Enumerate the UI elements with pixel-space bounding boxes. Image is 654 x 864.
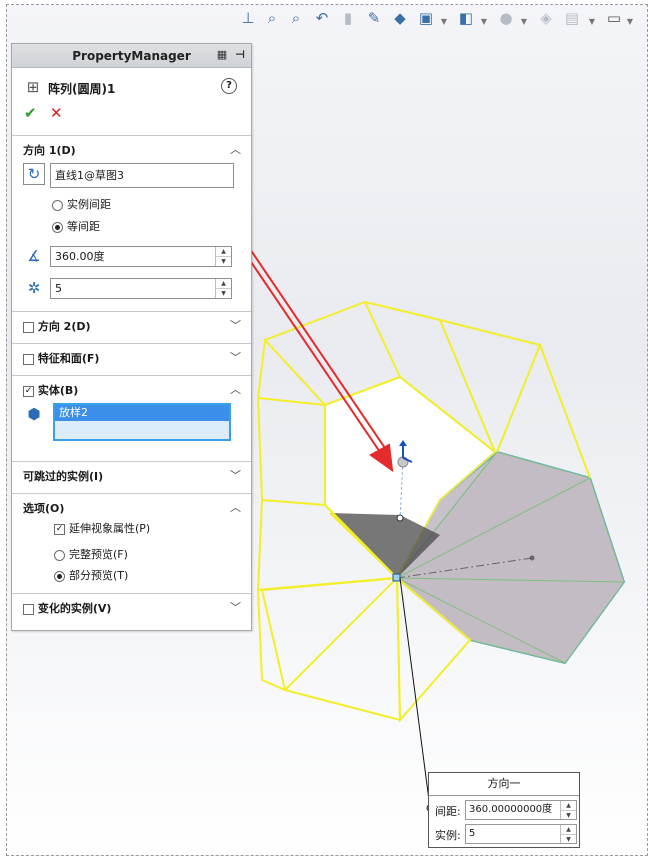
- instance-count-input[interactable]: 5 ▲ ▼: [50, 278, 232, 299]
- chevron-up-icon[interactable]: ︿: [230, 141, 241, 157]
- callout-spacing-input[interactable]: 360.00000000度 ▲ ▼: [465, 800, 577, 820]
- angle-icon: ∡: [27, 247, 41, 265]
- callout-spacing-label: 间距:: [435, 805, 461, 818]
- pin-icon[interactable]: ⊣: [233, 48, 247, 62]
- callout-spacing-spinner[interactable]: ▲ ▼: [560, 801, 576, 819]
- bodies-list[interactable]: 放样2: [53, 403, 231, 441]
- bodies-list-item[interactable]: 放样2: [55, 405, 229, 421]
- callout-title: 方向一: [429, 773, 579, 796]
- ok-button[interactable]: ✔: [24, 104, 37, 122]
- options-section-header[interactable]: 选项(O) ︿: [12, 493, 251, 519]
- heads-up-toolbar: ⊥ ⌕ ⌕ ↶ ▮ ✎ ◆ ▣ ▼ ◧ ▼ ● ▼ ◈ ▤ ▼ ▭ ▼: [230, 4, 650, 32]
- direction2-section-header[interactable]: 方向 2(D) ﹀: [12, 311, 251, 337]
- hide-show-icon[interactable]: ◧: [456, 8, 476, 28]
- direction-callout: 方向一 间距: 360.00000000度 ▲ ▼ 实例: 5 ▲ ▼: [428, 772, 580, 848]
- chevron-down-icon[interactable]: ▼: [440, 12, 448, 32]
- section-view-icon[interactable]: ▮: [338, 8, 358, 28]
- partial-preview-radio[interactable]: [54, 570, 65, 582]
- callout-count-spinner[interactable]: ▲ ▼: [560, 825, 576, 843]
- feature-name: 阵列(圆周)1: [48, 82, 116, 96]
- pm-header: PropertyManager ▦ ⊣: [12, 44, 251, 68]
- full-preview-option[interactable]: 完整预览(F): [54, 546, 128, 562]
- angle-spinner[interactable]: ▲ ▼: [215, 247, 231, 266]
- zoom-area-icon[interactable]: ⌕: [286, 8, 306, 28]
- angle-input[interactable]: 360.00度 ▲ ▼: [50, 246, 232, 267]
- chevron-up-icon[interactable]: ︿: [230, 381, 241, 397]
- equal-spacing-radio[interactable]: [52, 221, 63, 233]
- property-manager: PropertyManager ▦ ⊣ ⊞ 阵列(圆周)1 ? ✔ ✕ 方向 1…: [11, 43, 252, 631]
- instances-icon: ✲: [27, 279, 41, 297]
- circular-pattern-icon: ⊞: [26, 78, 40, 96]
- partial-preview-option[interactable]: 部分预览(T): [54, 567, 128, 583]
- help-button[interactable]: ?: [221, 78, 237, 94]
- monitor-icon[interactable]: ▭: [604, 8, 624, 28]
- full-preview-radio[interactable]: [54, 549, 65, 561]
- propagate-visual-checkbox[interactable]: ✓: [54, 523, 65, 535]
- skip-instances-section-header[interactable]: 可跳过的实例(I) ﹀: [12, 461, 251, 487]
- callout-count-input[interactable]: 5 ▲ ▼: [465, 824, 577, 844]
- edit-appearance-icon[interactable]: ●: [496, 8, 516, 28]
- axis-field[interactable]: 直线1@草图3: [50, 163, 234, 188]
- chevron-down-icon[interactable]: ﹀: [230, 599, 241, 615]
- apply-scene-icon[interactable]: ◈: [536, 8, 556, 28]
- reverse-direction-icon[interactable]: ↻: [23, 163, 45, 185]
- equal-spacing-option[interactable]: 等间距: [52, 218, 100, 234]
- flyout-tree-icon[interactable]: ▦: [215, 48, 229, 62]
- pm-title: PropertyManager: [72, 48, 191, 63]
- instance-spacing-radio[interactable]: [52, 199, 63, 211]
- cancel-button[interactable]: ✕: [50, 104, 63, 122]
- chevron-down-icon[interactable]: ﹀: [230, 349, 241, 365]
- vary-instances-checkbox[interactable]: [23, 603, 34, 615]
- count-spinner[interactable]: ▲ ▼: [215, 279, 231, 298]
- chevron-down-icon[interactable]: ▼: [520, 12, 528, 32]
- chevron-down-icon[interactable]: ▼: [626, 12, 634, 32]
- chevron-down-icon[interactable]: ﹀: [230, 467, 241, 483]
- instance-spacing-option[interactable]: 实例间距: [52, 196, 111, 212]
- bodies-section-header[interactable]: ✓ 实体(B) ︿: [12, 375, 251, 401]
- vary-instances-section-header[interactable]: 变化的实例(V) ﹀: [12, 593, 251, 619]
- view-settings-icon[interactable]: ▤: [562, 8, 582, 28]
- previous-view-icon[interactable]: ↶: [312, 8, 332, 28]
- direction2-checkbox[interactable]: [23, 321, 34, 333]
- chevron-down-icon[interactable]: ▼: [480, 12, 488, 32]
- features-faces-checkbox[interactable]: [23, 353, 34, 365]
- view-orientation-icon[interactable]: ⊥: [238, 8, 258, 28]
- propagate-visual-option[interactable]: ✓ 延伸视象属性(P): [54, 520, 150, 536]
- view-cube-icon[interactable]: ◆: [390, 8, 410, 28]
- bodies-icon: ⬢: [27, 405, 41, 423]
- chevron-up-icon[interactable]: ︿: [230, 499, 241, 515]
- dynamic-annotation-icon[interactable]: ✎: [364, 8, 384, 28]
- direction1-section-header[interactable]: 方向 1(D) ︿: [12, 135, 251, 161]
- features-faces-section-header[interactable]: 特征和面(F) ﹀: [12, 343, 251, 369]
- zoom-fit-icon[interactable]: ⌕: [262, 8, 282, 28]
- chevron-down-icon[interactable]: ▼: [588, 12, 596, 32]
- callout-count-label: 实例:: [435, 829, 461, 842]
- bodies-checkbox[interactable]: ✓: [23, 385, 34, 397]
- chevron-down-icon[interactable]: ﹀: [230, 317, 241, 333]
- display-style-icon[interactable]: ▣: [416, 8, 436, 28]
